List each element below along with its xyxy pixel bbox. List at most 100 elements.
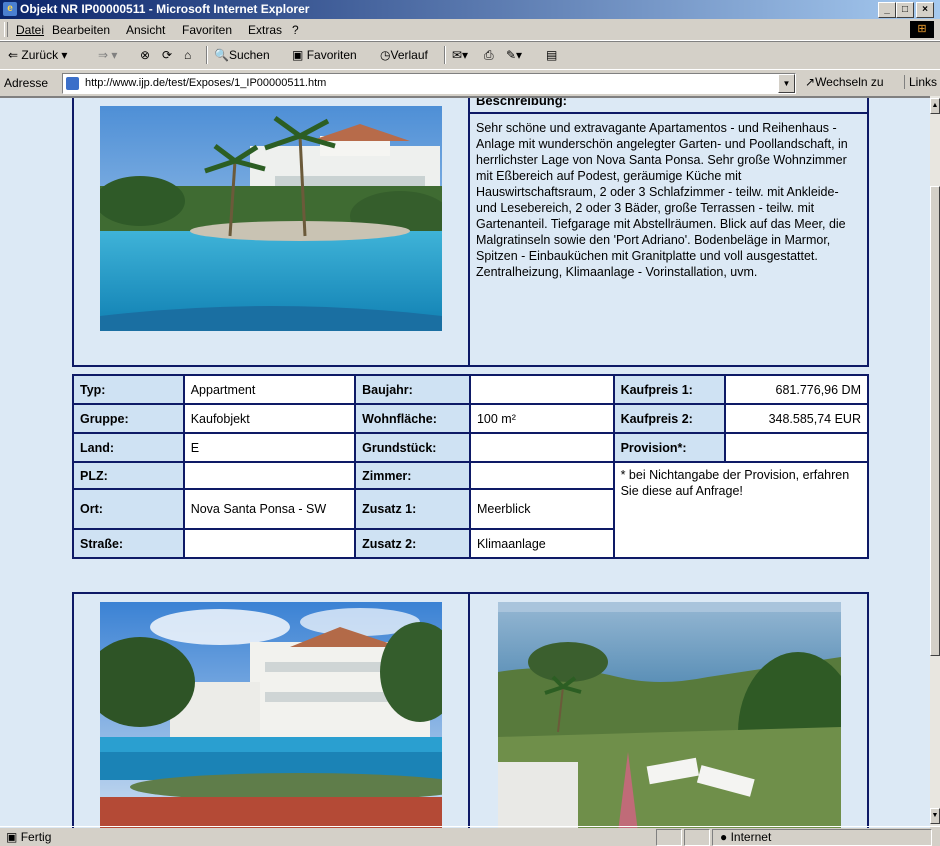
wohnflaeche-label: Wohnfläche:	[354, 403, 471, 434]
favorites-icon: ▣	[292, 48, 304, 62]
status-pane	[684, 829, 710, 846]
provision-value	[724, 432, 869, 463]
address-label: Adresse	[4, 76, 49, 90]
scroll-down-icon[interactable]: ▼	[930, 808, 940, 824]
minimize-button[interactable]: _	[878, 2, 896, 18]
zusatz2-label: Zusatz 2:	[354, 528, 471, 559]
scroll-up-icon[interactable]: ▲	[930, 98, 940, 114]
property-photo-sea-view	[498, 602, 841, 828]
table-row: Land: E Grundstück: Provision*:	[72, 432, 869, 463]
back-button[interactable]: ⇐ Zurück ▾	[8, 48, 67, 62]
kaufpreis1-value: 681.776,96 DM	[724, 374, 869, 405]
menu-favoriten[interactable]: Favoriten	[182, 23, 232, 37]
search-icon: 🔍	[214, 48, 229, 62]
address-url[interactable]: http://www.ijp.de/test/Exposes/1_IP00000…	[85, 77, 326, 89]
vertical-scrollbar[interactable]: ▲ ▼	[930, 96, 940, 826]
menu-extras[interactable]: Extras	[248, 23, 282, 37]
zone-label: Internet	[730, 830, 772, 844]
kaufpreis2-value: 348.585,74 EUR	[724, 403, 869, 434]
globe-icon: ●	[720, 830, 728, 844]
typ-label: Typ:	[72, 374, 185, 405]
address-input[interactable]: http://www.ijp.de/test/Exposes/1_IP00000…	[62, 73, 796, 94]
menu-bearbeiten[interactable]: Bearbeiten	[52, 23, 110, 37]
description-heading: Beschreibung:	[476, 96, 568, 108]
page-viewport: Beschreibung: Sehr schöne und extravagan…	[0, 96, 930, 828]
go-button[interactable]: ↗Wechseln zu	[805, 75, 884, 89]
kaufpreis2-label: Kaufpreis 2:	[612, 403, 727, 434]
maximize-button[interactable]: □	[896, 2, 914, 18]
kaufpreis1-label: Kaufpreis 1:	[612, 374, 727, 405]
heading-divider	[470, 112, 867, 114]
gruppe-label: Gruppe:	[72, 403, 185, 434]
status-label: Fertig	[20, 830, 52, 844]
menu-datei[interactable]: Datei	[16, 23, 44, 37]
history-button[interactable]: ◷Verlauf	[380, 48, 428, 62]
provision-note: * bei Nichtangabe der Provision, erfahre…	[612, 461, 870, 559]
standard-toolbar: ⇐ Zurück ▾ ⇒ ▾ ⊗ ⟳ ⌂ 🔍Suchen ▣ Favoriten…	[0, 41, 940, 70]
property-photo-building	[100, 602, 442, 828]
zusatz1-value: Meerblick	[468, 488, 615, 530]
land-value: E	[182, 432, 357, 463]
favorites-label: Favoriten	[306, 48, 357, 62]
typ-value: Appartment	[182, 374, 357, 405]
refresh-icon[interactable]: ⟳	[162, 48, 172, 62]
links-button[interactable]: Links	[904, 75, 937, 89]
window-title: Objekt NR IP00000511 - Microsoft Interne…	[20, 2, 310, 16]
address-dropdown-icon[interactable]: ▼	[778, 74, 795, 93]
strasse-value	[182, 528, 357, 559]
forward-button[interactable]: ⇒ ▾	[98, 48, 117, 62]
print-icon[interactable]: ⎙	[484, 48, 494, 63]
zimmer-label: Zimmer:	[354, 461, 471, 490]
forward-arrow-icon: ⇒	[98, 48, 109, 62]
wohnflaeche-value: 100 m²	[468, 403, 615, 434]
menu-help[interactable]: ?	[292, 23, 299, 37]
home-icon[interactable]: ⌂	[184, 48, 191, 62]
search-label: Suchen	[228, 48, 270, 62]
ort-label: Ort:	[72, 488, 185, 530]
edit-icon[interactable]: ✎▾	[506, 48, 522, 62]
zusatz1-label: Zusatz 1:	[354, 488, 471, 530]
done-page-icon: ▣	[6, 830, 18, 844]
menu-grip	[4, 22, 8, 37]
gruppe-value: Kaufobjekt	[182, 403, 357, 434]
ie-app-icon: e	[3, 2, 17, 16]
toolbar-separator	[206, 46, 208, 64]
property-data-table: Typ: Appartment Baujahr: Kaufpreis 1: 68…	[72, 374, 870, 559]
zone-indicator: ● Internet	[720, 830, 771, 844]
plz-value	[182, 461, 357, 490]
history-icon: ◷	[380, 48, 391, 62]
toolbar-separator	[444, 46, 446, 64]
search-button[interactable]: 🔍Suchen	[214, 48, 270, 62]
property-photo-pool	[100, 106, 442, 331]
address-bar: Adresse http://www.ijp.de/test/Exposes/1…	[0, 69, 940, 96]
ort-value: Nova Santa Ponsa - SW	[182, 488, 357, 530]
provision-label: Provision*:	[612, 432, 727, 463]
discuss-icon[interactable]: ▤	[546, 48, 557, 62]
menu-bar: Datei Bearbeiten Ansicht Favoriten Extra…	[0, 19, 940, 41]
page-icon	[66, 77, 79, 90]
status-text: ▣ Fertig	[6, 830, 51, 844]
windows-logo-icon: ⊞	[910, 21, 934, 38]
table-row: PLZ: Zimmer: * bei Nichtangabe der Provi…	[72, 461, 870, 559]
mail-icon[interactable]: ✉▾	[452, 48, 468, 62]
stop-icon[interactable]: ⊗	[140, 48, 150, 62]
back-arrow-icon: ⇐	[8, 48, 19, 62]
table-row: Typ: Appartment Baujahr: Kaufpreis 1: 68…	[72, 374, 869, 405]
status-pane	[656, 829, 682, 846]
back-label: Zurück	[21, 48, 59, 62]
scroll-thumb[interactable]	[930, 186, 940, 656]
favorites-button[interactable]: ▣ Favoriten	[292, 48, 357, 62]
description-text: Sehr schöne und extravagante Apartamento…	[476, 121, 848, 279]
grundstueck-value	[468, 432, 615, 463]
plz-label: PLZ:	[72, 461, 185, 490]
baujahr-label: Baujahr:	[354, 374, 471, 405]
go-arrow-icon: ↗	[805, 75, 816, 89]
baujahr-value	[468, 374, 615, 405]
menu-ansicht[interactable]: Ansicht	[126, 23, 165, 37]
block-divider	[468, 98, 470, 367]
window-title-bar: e Objekt NR IP00000511 - Microsoft Inter…	[0, 0, 940, 19]
close-button[interactable]: ×	[916, 2, 934, 18]
status-bar: ▣ Fertig ● Internet	[0, 826, 940, 846]
go-label: Wechseln zu	[815, 75, 884, 89]
history-label: Verlauf	[390, 48, 428, 62]
